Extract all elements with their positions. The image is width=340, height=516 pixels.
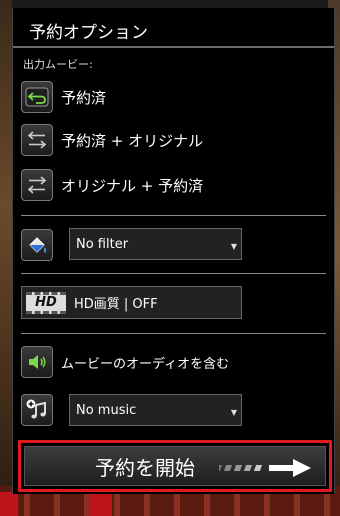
section-divider xyxy=(21,333,326,334)
dropdown-caret-icon: ▼ xyxy=(230,242,237,251)
music-select-value: No music xyxy=(76,402,137,418)
start-button-label: 予約を開始 xyxy=(95,455,195,480)
title-divider xyxy=(13,46,334,48)
start-button[interactable]: 予約を開始 xyxy=(24,446,326,486)
dropdown-caret-icon: ▼ xyxy=(230,408,237,417)
option-reversed-original[interactable]: 予約済 + オリジナル xyxy=(21,123,203,157)
start-button-highlight: 予約を開始 xyxy=(18,440,332,492)
include-audio-option[interactable]: ムービーのオーディオを含む xyxy=(21,345,229,379)
music-select[interactable]: No music ▼ xyxy=(69,394,242,426)
option-original-reversed[interactable]: オリジナル + 予約済 xyxy=(21,168,203,202)
include-audio-label: ムービーのオーディオを含む xyxy=(61,356,230,372)
hd-icon: HD xyxy=(26,291,66,314)
music-plus-icon[interactable] xyxy=(21,394,53,426)
option-original-reversed-label: オリジナル + 予約済 xyxy=(61,176,204,195)
background-left xyxy=(0,0,12,516)
swap-arrows-icon xyxy=(21,124,53,156)
section-divider xyxy=(21,273,326,274)
options-dialog: 予約オプション 出力ムービー: 予約済 予約済 + オリジナル オリジナル + … xyxy=(12,8,335,494)
output-movie-label: 出力ムービー: xyxy=(23,58,93,71)
filter-row xyxy=(21,228,53,262)
background-red-tab xyxy=(90,492,112,516)
music-row xyxy=(21,393,53,427)
paint-bucket-icon[interactable] xyxy=(21,229,53,261)
hd-quality-toggle[interactable]: HD HD画質 | OFF xyxy=(21,286,242,319)
swap-arrows-icon xyxy=(21,169,53,201)
option-reversed-label: 予約済 xyxy=(61,88,107,107)
background-red-tab xyxy=(0,492,18,516)
option-reversed-original-label: 予約済 + オリジナル xyxy=(61,131,204,150)
section-divider xyxy=(21,215,326,216)
hd-quality-label: HD画質 | OFF xyxy=(74,297,158,312)
filter-select-value: No filter xyxy=(76,236,129,252)
option-reversed[interactable]: 予約済 xyxy=(21,80,106,114)
arrow-right-icon xyxy=(213,457,315,483)
speaker-icon xyxy=(21,346,53,378)
dialog-title: 予約オプション xyxy=(29,23,148,43)
filter-select[interactable]: No filter ▼ xyxy=(69,228,242,260)
undo-arrow-icon xyxy=(21,81,53,113)
